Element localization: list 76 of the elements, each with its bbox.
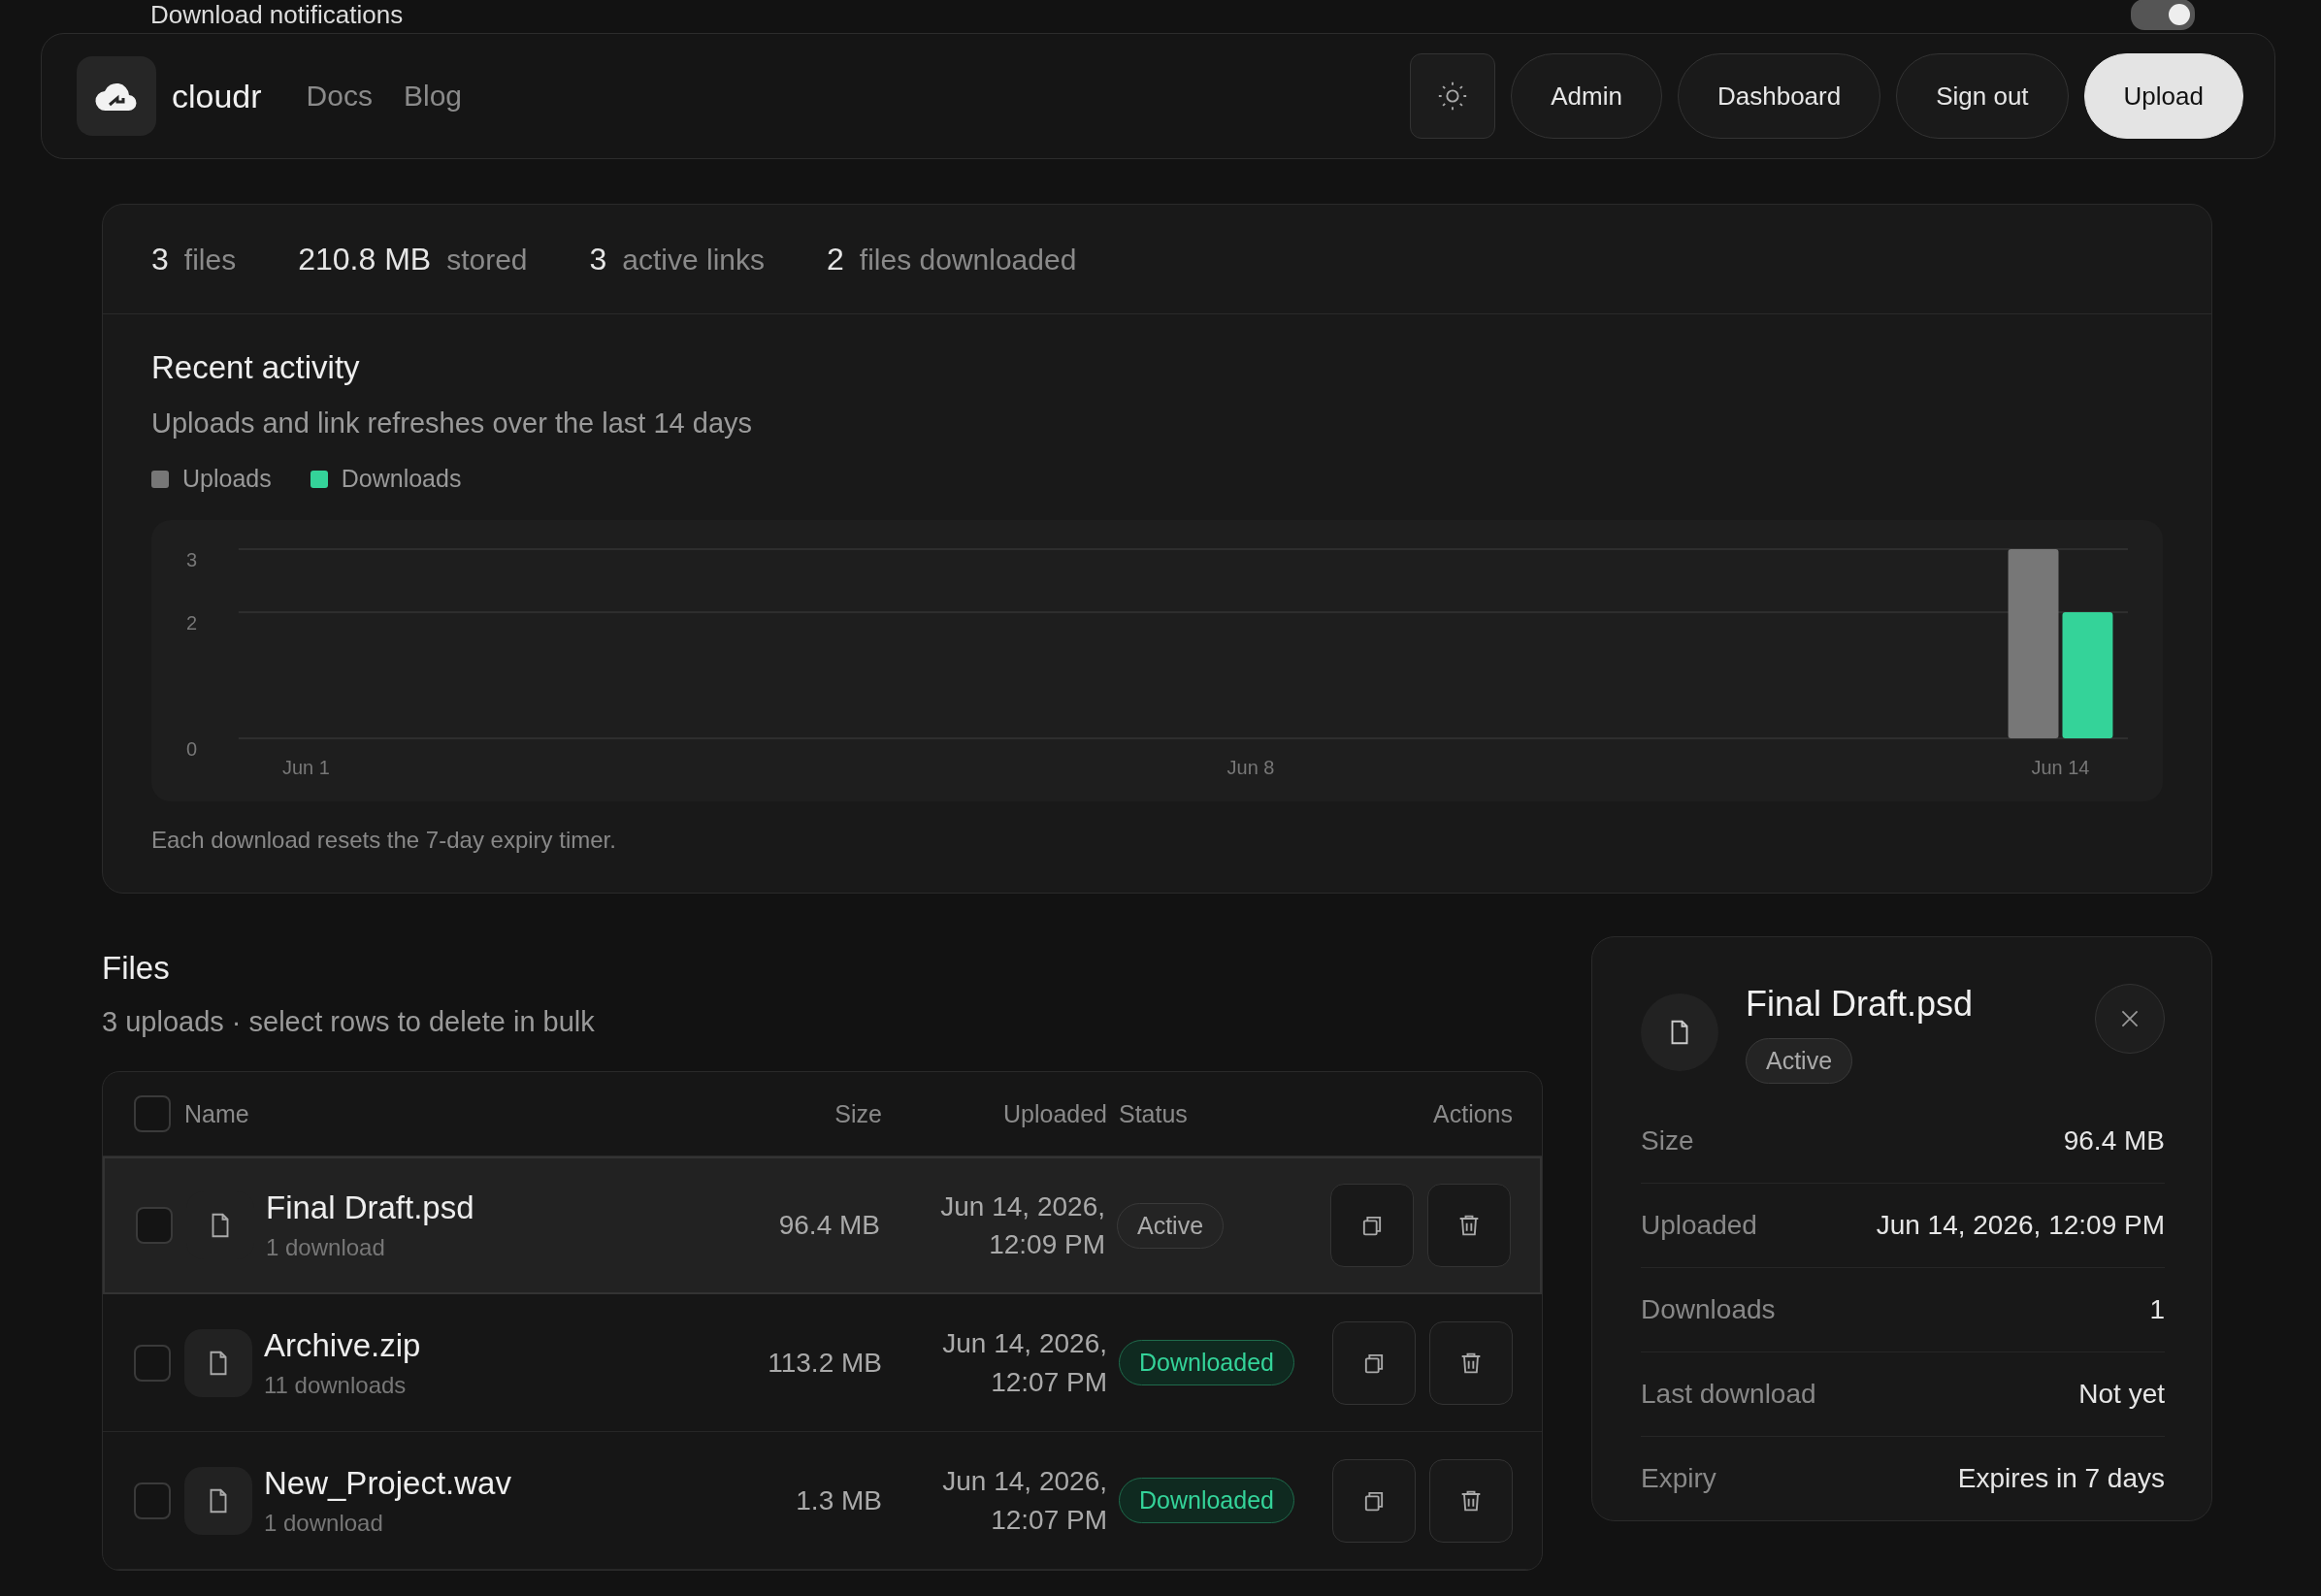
row-checkbox[interactable] bbox=[136, 1207, 173, 1244]
stat-label: active links bbox=[622, 243, 766, 277]
status-badge: Downloaded bbox=[1119, 1340, 1294, 1385]
row-checkbox[interactable] bbox=[134, 1344, 171, 1382]
nav-link[interactable]: Blog bbox=[403, 80, 462, 113]
download-count: 1 download bbox=[264, 1509, 384, 1537]
file-row[interactable]: Archive.zip 11 downloads 113.2 MB Jun 14, 2026, 12:07 PM Downloaded bbox=[103, 1294, 1542, 1432]
detail-label: Expiry bbox=[1641, 1463, 1716, 1494]
legend-label: Uploads bbox=[182, 465, 272, 493]
upload-date: Jun 14, 2026, 12:07 PM bbox=[941, 1327, 1107, 1399]
select-all-checkbox[interactable] bbox=[134, 1095, 171, 1132]
section-title: Recent activity bbox=[151, 349, 361, 386]
axis-label: Jun 1 bbox=[282, 757, 330, 778]
stat-label: stored bbox=[446, 243, 528, 277]
section-title: Files bbox=[102, 950, 171, 987]
stat-value: 3 bbox=[151, 241, 169, 277]
legend-label: Downloads bbox=[341, 465, 462, 493]
row-checkbox[interactable] bbox=[134, 1482, 171, 1519]
delete-button[interactable] bbox=[1427, 1184, 1511, 1267]
file-size: 96.4 MB bbox=[777, 1210, 880, 1241]
detail-value: Not yet bbox=[2078, 1379, 2165, 1410]
file-size: 1.3 MB bbox=[795, 1484, 882, 1516]
detail-value: 96.4 MB bbox=[2063, 1125, 2165, 1156]
stat-value: 3 bbox=[589, 241, 607, 277]
status-badge: Downloaded bbox=[1119, 1478, 1294, 1523]
detail-value: Jun 14, 2026, 12:09 PM bbox=[1876, 1210, 2165, 1241]
stat-value: 2 bbox=[827, 241, 844, 277]
section-subtitle: 3 uploads · select rows to delete in bulk bbox=[102, 1006, 596, 1038]
cloud-logo-icon bbox=[77, 56, 156, 136]
column-header: Name bbox=[184, 1099, 250, 1128]
axis-label: 3 bbox=[185, 549, 198, 570]
detail-value: 1 bbox=[2149, 1294, 2165, 1325]
header-button[interactable]: Admin bbox=[1511, 53, 1662, 139]
detail-label: Downloads bbox=[1641, 1294, 1776, 1325]
detail-value: Expires in 7 days bbox=[1957, 1463, 2165, 1494]
detail-label: Last download bbox=[1641, 1379, 1816, 1410]
axis-label: Jun 14 bbox=[2031, 757, 2090, 778]
section-title: Download notifications bbox=[150, 1, 404, 28]
axis-label: Jun 8 bbox=[1226, 757, 1275, 778]
copy-button[interactable] bbox=[1332, 1320, 1416, 1405]
upload-date: Jun 14, 2026, 12:09 PM bbox=[939, 1189, 1105, 1261]
chart-note: Each download resets the 7-day expiry timer. bbox=[151, 827, 617, 854]
download-count: 1 download bbox=[266, 1234, 386, 1261]
column-header: Size bbox=[834, 1099, 882, 1128]
column-header: Actions bbox=[1432, 1099, 1513, 1128]
upload-date: Jun 14, 2026, 12:07 PM bbox=[941, 1465, 1107, 1537]
download-count: 11 downloads bbox=[264, 1371, 408, 1399]
notifications-toggle[interactable] bbox=[2131, 0, 2195, 30]
file-size: 113.2 MB bbox=[767, 1347, 882, 1379]
stat-label: files downloaded bbox=[859, 243, 1077, 277]
delete-button[interactable] bbox=[1429, 1458, 1513, 1543]
section-subtitle: Uploads and link refreshes over the last 14 days bbox=[151, 407, 753, 440]
file-name: Final Draft.psd bbox=[266, 1189, 475, 1226]
copy-button[interactable] bbox=[1332, 1458, 1416, 1543]
nav-link[interactable]: Docs bbox=[306, 80, 373, 113]
detail-label: Uploaded bbox=[1641, 1210, 1757, 1241]
header-button[interactable]: Sign out bbox=[1896, 53, 2069, 139]
axis-label: 0 bbox=[185, 738, 198, 760]
file-name: Archive.zip bbox=[264, 1326, 422, 1364]
header-button[interactable]: Upload bbox=[2083, 53, 2243, 139]
axis-label: 2 bbox=[185, 612, 198, 634]
header-button[interactable]: Dashboard bbox=[1678, 53, 1881, 139]
file-name: New_Project.wav bbox=[264, 1464, 512, 1502]
file-row[interactable]: Final Draft.psd 1 download 96.4 MB Jun 14, 2026, 12:09 PM Active bbox=[103, 1156, 1542, 1294]
stat-label: files bbox=[183, 243, 237, 277]
detail-label: Size bbox=[1641, 1125, 1694, 1156]
brand-name: cloudr bbox=[172, 77, 262, 115]
stat-value: 210.8 MB bbox=[298, 241, 432, 277]
file-name: Final Draft.psd bbox=[1746, 984, 1974, 1025]
file-row[interactable]: New_Project.wav 1 download 1.3 MB Jun 14, 2026, 12:07 PM Downloaded bbox=[103, 1432, 1542, 1570]
copy-button[interactable] bbox=[1330, 1184, 1414, 1267]
status-badge: Active bbox=[1117, 1202, 1225, 1249]
delete-button[interactable] bbox=[1429, 1320, 1513, 1405]
status-badge: Active bbox=[1746, 1038, 1853, 1084]
column-header: Status bbox=[1119, 1099, 1189, 1128]
column-header: Uploaded bbox=[1001, 1099, 1107, 1128]
